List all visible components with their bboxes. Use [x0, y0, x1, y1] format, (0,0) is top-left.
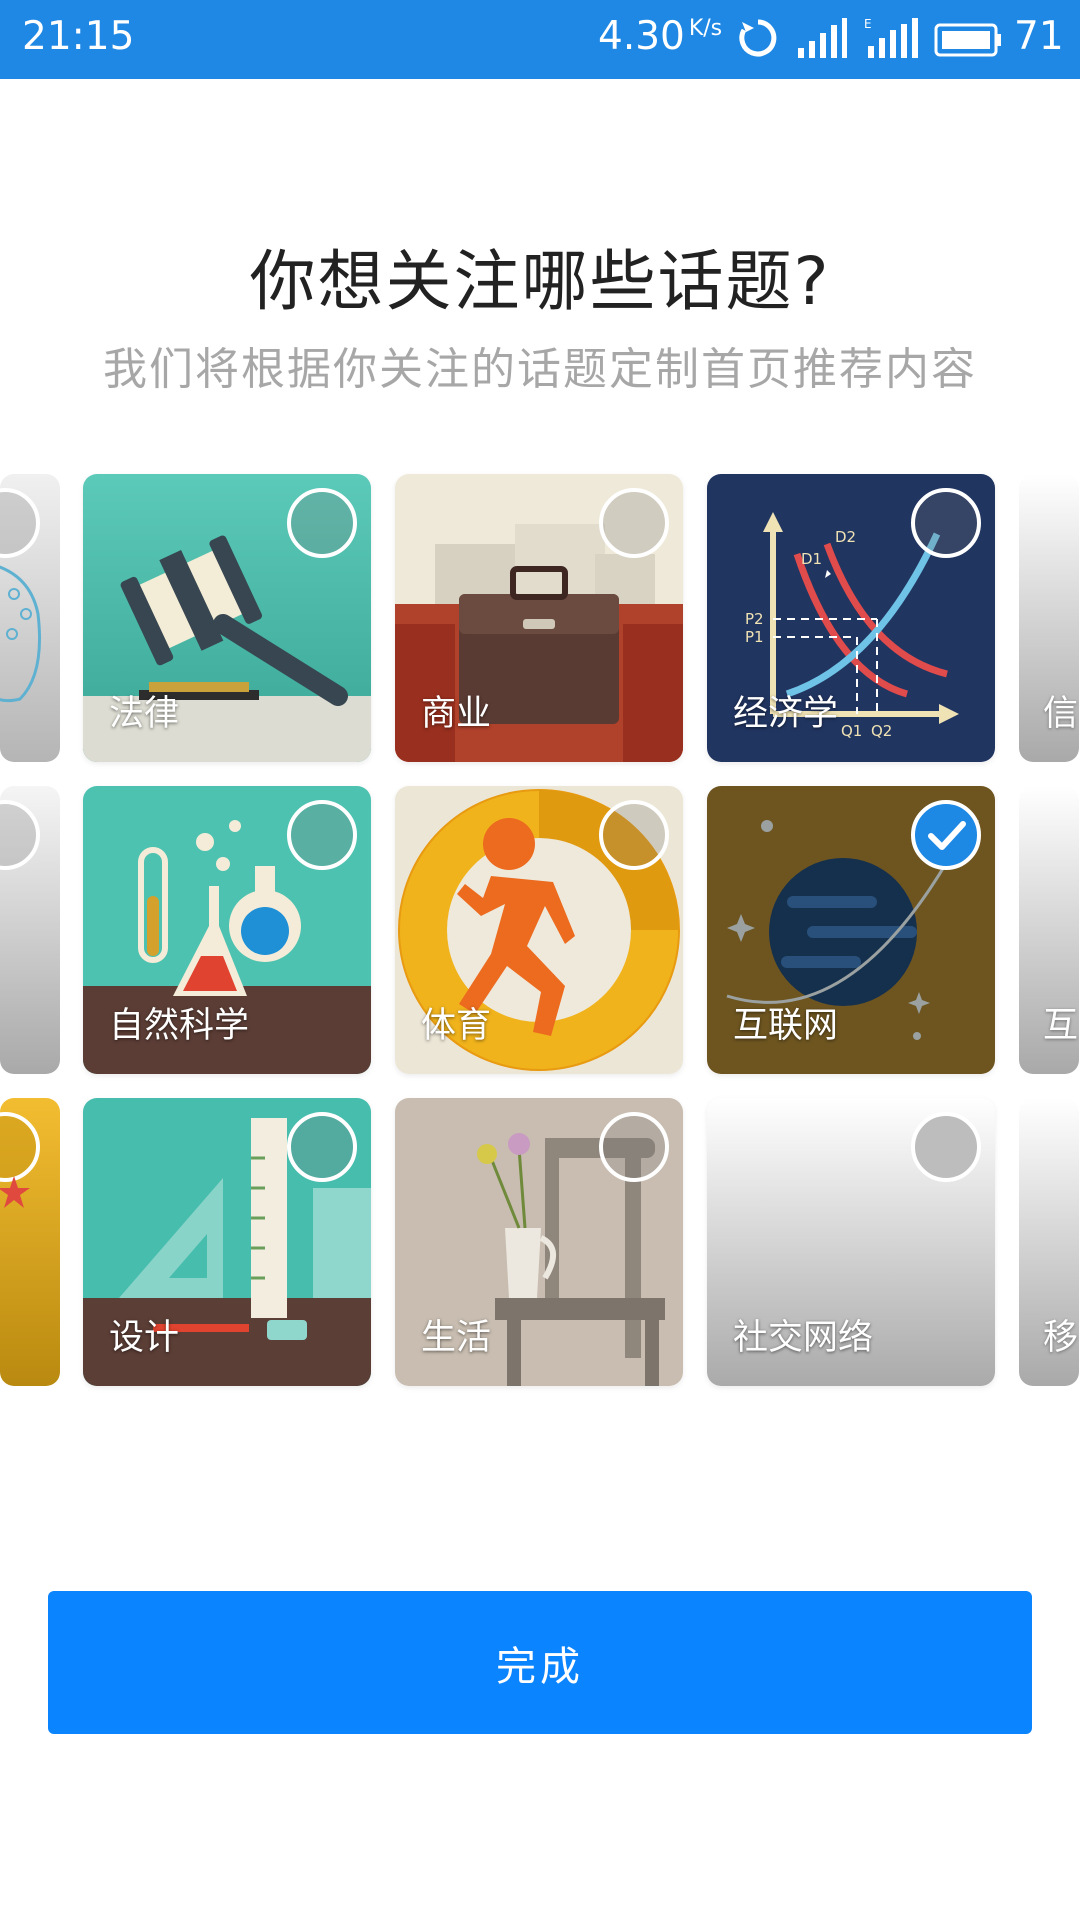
p2-label: P2: [745, 610, 764, 628]
topic-label: 信: [1043, 694, 1079, 734]
partial-tile-right[interactable]: 互: [1019, 786, 1079, 1074]
select-circle-icon[interactable]: [911, 488, 981, 558]
topic-tile-business[interactable]: 商业: [395, 474, 683, 762]
select-circle-icon[interactable]: [911, 1112, 981, 1182]
partial-tile-right[interactable]: 移: [1019, 1098, 1079, 1386]
topic-tile-design[interactable]: 设计: [83, 1098, 371, 1386]
topic-label: 法律: [109, 694, 180, 734]
topic-label: 设计: [109, 1318, 180, 1358]
partial-tile-left[interactable]: [0, 786, 60, 1074]
topic-label: 移: [1043, 1318, 1079, 1358]
select-circle-icon[interactable]: [599, 488, 669, 558]
topic-label: 生活: [421, 1318, 492, 1358]
topic-tile-natural-science[interactable]: 自然科学: [83, 786, 371, 1074]
battery-level: 71: [1014, 14, 1064, 59]
signal-e-icon: E: [864, 16, 920, 70]
q2-label: Q2: [871, 722, 892, 740]
select-circle-icon[interactable]: [599, 800, 669, 870]
topic-tile-internet[interactable]: 互联网: [707, 786, 995, 1074]
topic-label: 自然科学: [109, 1006, 250, 1046]
partial-tile-right[interactable]: 信: [1019, 474, 1079, 762]
signal-icon: [796, 16, 848, 70]
star-icon: [0, 1176, 30, 1208]
page-subtitle: 我们将根据你关注的话题定制首页推荐内容: [103, 344, 977, 395]
d2-label: D2: [835, 528, 856, 546]
status-time: 21:15: [22, 14, 135, 59]
select-circle-icon: [0, 800, 40, 870]
done-button[interactable]: 完成: [48, 1591, 1032, 1734]
topic-label: 互: [1043, 1006, 1079, 1046]
topic-tile-economics[interactable]: D1 D2 P2 P1 Q1 Q2 经济学: [707, 474, 995, 762]
topic-label: 体育: [421, 1006, 492, 1046]
gamepad-icon: [0, 565, 42, 703]
select-circle-icon[interactable]: [599, 1112, 669, 1182]
sync-icon: [736, 16, 780, 70]
select-circle-icon[interactable]: [287, 488, 357, 558]
partial-tile-left[interactable]: [0, 1098, 60, 1386]
battery-icon: [934, 22, 1002, 67]
q1-label: Q1: [841, 722, 862, 740]
partial-tile-left[interactable]: [0, 474, 60, 762]
topic-tile-law[interactable]: 法律: [83, 474, 371, 762]
topic-label: 商业: [421, 694, 492, 734]
selected-check-icon[interactable]: [911, 800, 981, 870]
page-title: 你想关注哪些话题?: [249, 243, 831, 320]
topic-label: 互联网: [733, 1006, 839, 1046]
status-bar: 21:15 4.30 K/s E 71: [0, 0, 1080, 79]
d1-label: D1: [801, 550, 822, 568]
topic-label: 社交网络: [733, 1318, 874, 1358]
network-speed: 4.30 K/s: [598, 14, 723, 59]
topic-tile-sports[interactable]: 体育: [395, 786, 683, 1074]
topic-label: 经济学: [733, 694, 839, 734]
topic-tile-social-network[interactable]: 社交网络: [707, 1098, 995, 1386]
select-circle-icon[interactable]: [287, 800, 357, 870]
svg-text:E: E: [864, 17, 872, 31]
p1-label: P1: [745, 628, 764, 646]
select-circle-icon[interactable]: [287, 1112, 357, 1182]
topic-tile-life[interactable]: 生活: [395, 1098, 683, 1386]
